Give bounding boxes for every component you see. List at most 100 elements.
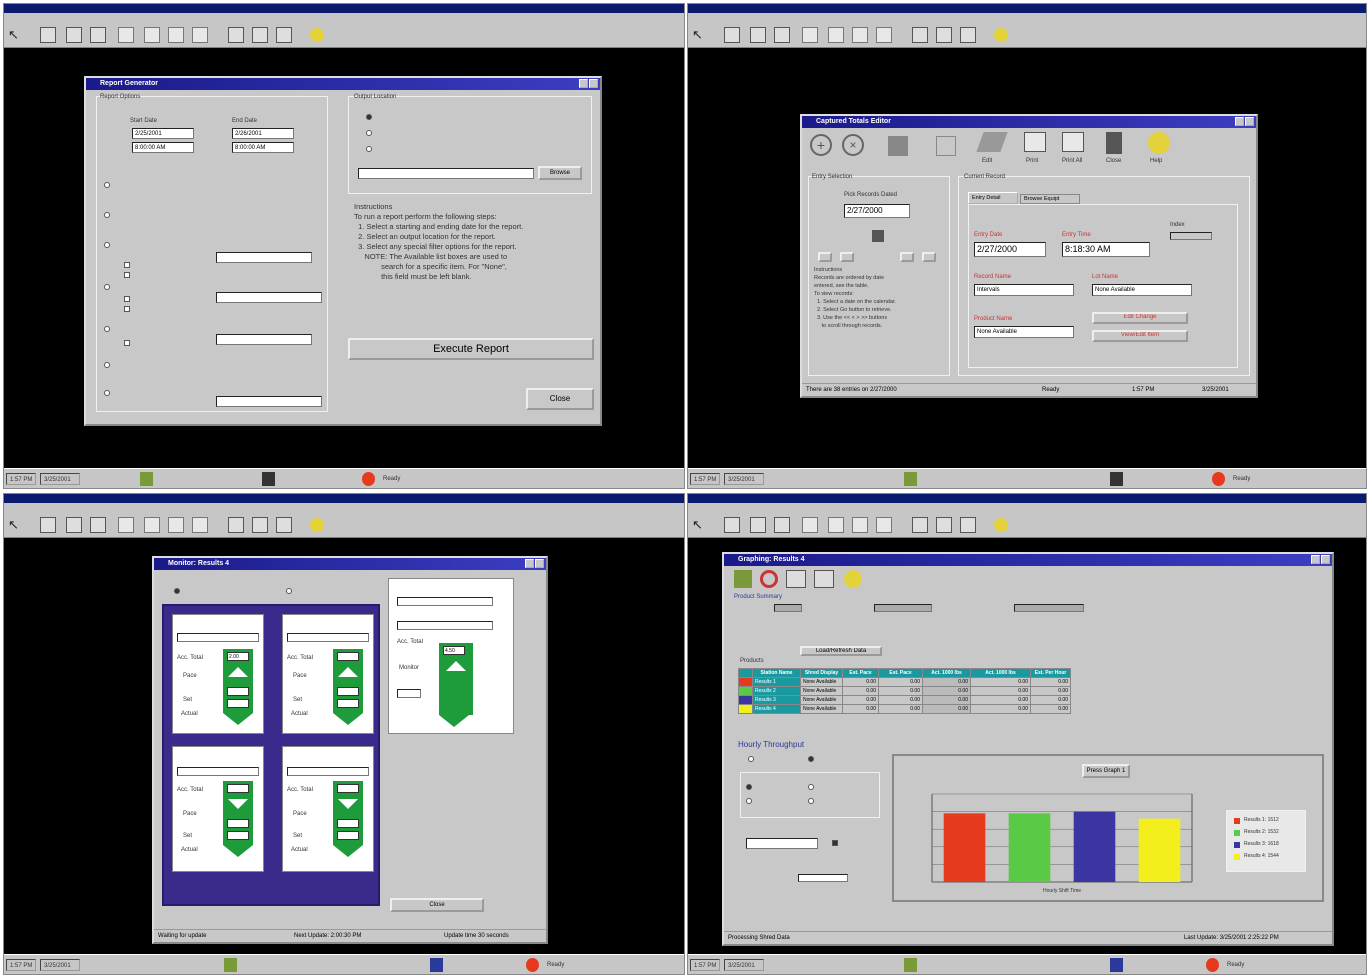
tools-icon[interactable] xyxy=(66,27,82,43)
print-icon[interactable] xyxy=(802,517,818,533)
tools-icon[interactable] xyxy=(66,517,82,533)
close-door-icon[interactable] xyxy=(1106,132,1122,154)
browse-button[interactable]: Browse xyxy=(538,166,582,180)
report-type-radio[interactable] xyxy=(104,242,110,248)
graph-type-radio[interactable] xyxy=(808,798,814,804)
graph-type-radio[interactable] xyxy=(808,784,814,790)
help-button[interactable] xyxy=(1311,555,1320,564)
edit-change-button[interactable]: Edit Change xyxy=(1092,312,1188,324)
window-tile-icon[interactable] xyxy=(936,517,952,533)
table-row[interactable]: Results 4 None Available 0.00 0.00 0.00 … xyxy=(738,704,1071,714)
refresh-slider[interactable] xyxy=(798,874,848,882)
close-icon[interactable] xyxy=(535,559,544,568)
filter-field[interactable] xyxy=(216,292,322,303)
close-button[interactable]: Close xyxy=(390,898,484,912)
view-record-button[interactable]: View/Edit Item xyxy=(1092,330,1188,342)
table-row[interactable]: Results 2 None Available 0.00 0.00 0.00 … xyxy=(738,686,1071,696)
calculator-icon[interactable] xyxy=(828,27,844,43)
output-radio[interactable] xyxy=(366,130,372,136)
start-time-field[interactable]: 8:00:00 AM xyxy=(132,142,194,153)
help-button[interactable] xyxy=(525,559,534,568)
table-row[interactable]: Results 3 None Available 0.00 0.00 0.00 … xyxy=(738,695,1071,705)
tools-icon[interactable] xyxy=(750,517,766,533)
help-button[interactable] xyxy=(579,79,588,88)
close-icon[interactable] xyxy=(1245,117,1254,126)
close-icon[interactable] xyxy=(589,79,598,88)
font-select[interactable] xyxy=(746,838,818,849)
output-radio-selected[interactable] xyxy=(366,114,372,120)
filter-checkbox[interactable] xyxy=(124,262,130,268)
calculator-icon[interactable] xyxy=(144,517,160,533)
refresh-icon[interactable] xyxy=(760,570,778,588)
graph-type-radio[interactable] xyxy=(746,798,752,804)
pointer-icon[interactable]: ↖ xyxy=(8,27,24,43)
report-type-radio[interactable] xyxy=(104,362,110,368)
start-date-field[interactable]: 2/25/2001 xyxy=(132,128,194,139)
help-lightbulb-icon[interactable] xyxy=(994,518,1008,532)
close-button[interactable]: Close xyxy=(526,388,594,410)
tools-icon[interactable] xyxy=(750,27,766,43)
chart-icon[interactable] xyxy=(90,27,106,43)
window-split-icon[interactable] xyxy=(276,517,292,533)
filter-checkbox[interactable] xyxy=(124,306,130,312)
grid-icon[interactable] xyxy=(192,27,208,43)
first-record-button[interactable] xyxy=(818,252,832,262)
chart-icon[interactable] xyxy=(774,27,790,43)
print-icon[interactable] xyxy=(1024,132,1046,152)
chart-icon[interactable] xyxy=(90,517,106,533)
print-icon[interactable] xyxy=(118,517,134,533)
last-record-button[interactable] xyxy=(922,252,936,262)
graph-type-radio-selected[interactable] xyxy=(746,784,752,790)
menu-bar[interactable] xyxy=(688,13,1366,22)
calculator-icon[interactable] xyxy=(828,517,844,533)
print-icon[interactable] xyxy=(802,27,818,43)
filter-field[interactable] xyxy=(216,396,322,407)
report-type-radio[interactable] xyxy=(104,212,110,218)
grid-icon[interactable] xyxy=(876,27,892,43)
menu-bar[interactable] xyxy=(688,503,1366,512)
window-tile-icon[interactable] xyxy=(936,27,952,43)
filter-checkbox[interactable] xyxy=(124,340,130,346)
filter-checkbox[interactable] xyxy=(124,272,130,278)
help-lightbulb-icon[interactable] xyxy=(994,28,1008,42)
date-combo[interactable]: 2/27/2000 xyxy=(844,204,910,218)
add-icon[interactable]: + xyxy=(810,134,832,156)
sort-radio[interactable] xyxy=(286,588,292,594)
legend-checkbox[interactable] xyxy=(832,840,838,846)
help-lightbulb-icon[interactable] xyxy=(310,28,324,42)
refresh-data-button[interactable]: Load/Refresh Data xyxy=(800,646,882,656)
document-icon[interactable] xyxy=(168,27,184,43)
filter-field[interactable] xyxy=(216,252,312,263)
calculator-icon[interactable] xyxy=(144,27,160,43)
report-type-radio[interactable] xyxy=(104,390,110,396)
monitor-icon[interactable] xyxy=(40,517,56,533)
entry-date-field[interactable]: 2/27/2000 xyxy=(974,242,1046,257)
report-type-radio[interactable] xyxy=(104,326,110,332)
window-split-icon[interactable] xyxy=(276,27,292,43)
window-tile-icon[interactable] xyxy=(252,517,268,533)
window-cascade-icon[interactable] xyxy=(912,27,928,43)
graph-tool-icon[interactable] xyxy=(734,570,752,588)
export-icon[interactable] xyxy=(814,570,834,588)
window-split-icon[interactable] xyxy=(960,517,976,533)
cart-icon[interactable] xyxy=(936,136,956,156)
help-icon[interactable] xyxy=(1148,132,1170,154)
window-cascade-icon[interactable] xyxy=(912,517,928,533)
end-date-field[interactable]: 2/26/2001 xyxy=(232,128,294,139)
time-radio[interactable] xyxy=(748,756,754,762)
save-icon[interactable] xyxy=(888,136,908,156)
record-name-field[interactable]: Intervals xyxy=(974,284,1074,296)
close-icon[interactable] xyxy=(1321,555,1330,564)
prev-record-button[interactable] xyxy=(840,252,854,262)
print-icon[interactable] xyxy=(118,27,134,43)
window-split-icon[interactable] xyxy=(960,27,976,43)
window-cascade-icon[interactable] xyxy=(228,517,244,533)
pointer-icon[interactable]: ↖ xyxy=(8,517,24,533)
menu-bar[interactable] xyxy=(4,503,684,512)
report-type-radio[interactable] xyxy=(104,284,110,290)
edit-icon[interactable] xyxy=(976,132,1008,152)
document-icon[interactable] xyxy=(852,27,868,43)
filter-field[interactable] xyxy=(216,334,312,345)
document-icon[interactable] xyxy=(168,517,184,533)
tab-entry-detail[interactable]: Entry Detail xyxy=(968,192,1018,204)
